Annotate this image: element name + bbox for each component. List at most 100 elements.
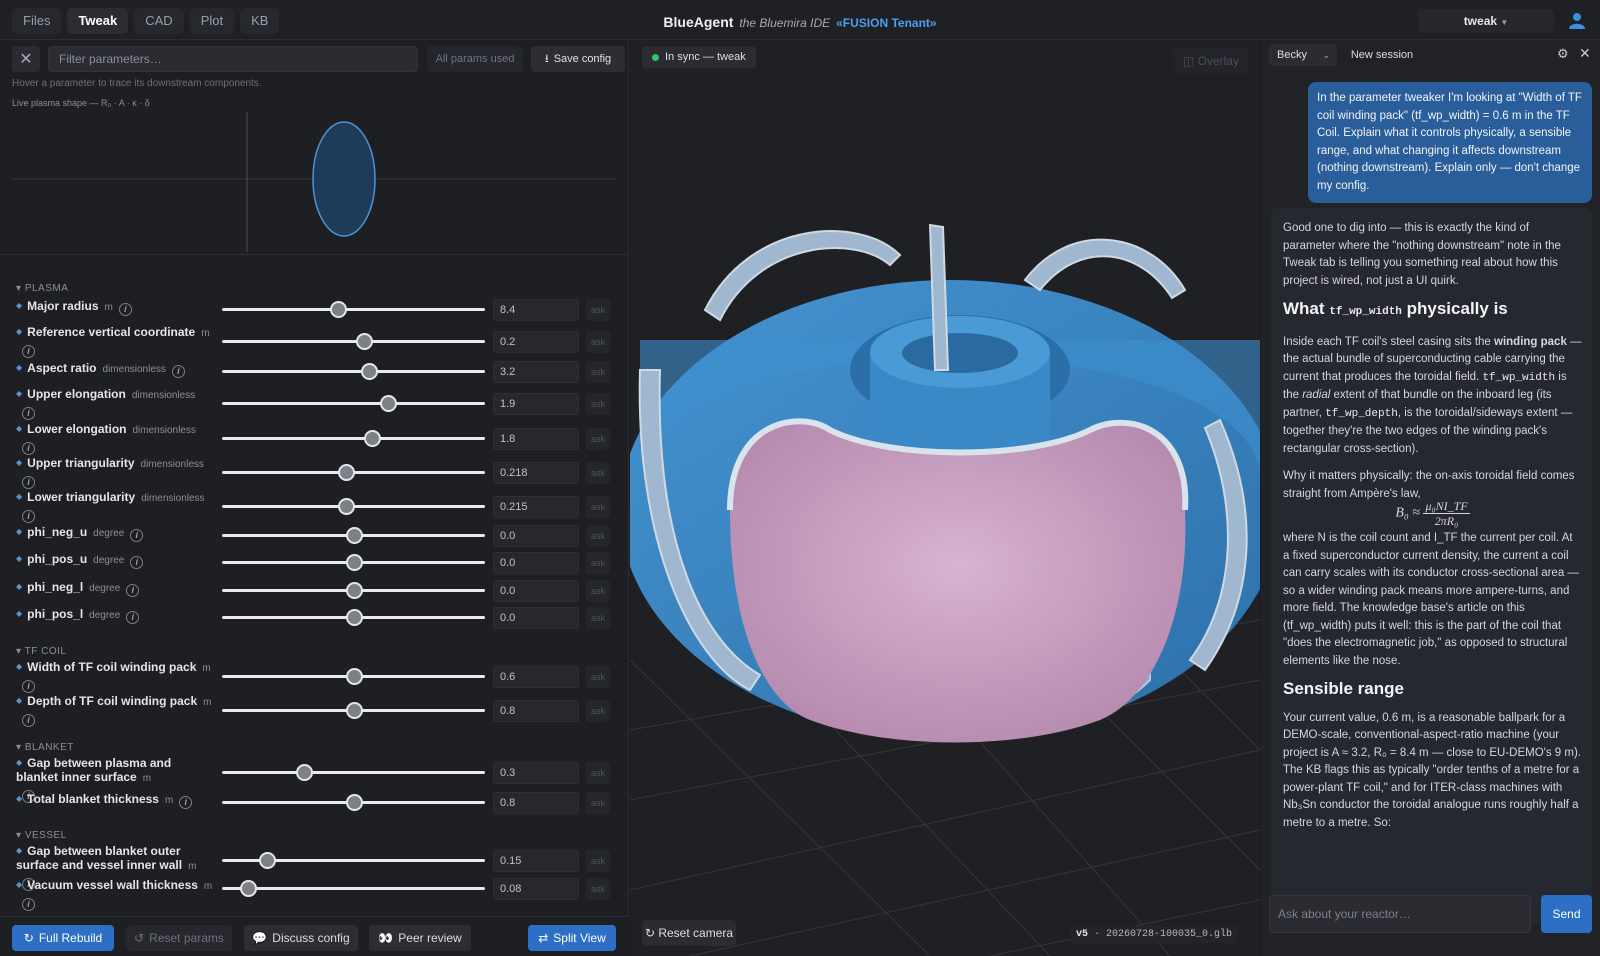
param-value-input[interactable]: 8.4 [493, 299, 579, 321]
slider-track[interactable] [222, 887, 485, 890]
reset-params-button[interactable]: ↺ Reset params [126, 925, 232, 951]
slider-track[interactable] [222, 340, 485, 343]
ask-button[interactable]: ask [586, 700, 610, 722]
param-value-input[interactable]: 1.8 [493, 428, 579, 450]
new-session-button[interactable]: New session [1345, 44, 1419, 66]
mode-dropdown[interactable]: tweak ▼ [1418, 9, 1554, 33]
slider-thumb[interactable] [361, 363, 379, 380]
info-icon[interactable]: i [22, 407, 35, 420]
info-icon[interactable]: i [126, 584, 140, 597]
overlay-toggle[interactable]: ◫ Overlay [1173, 48, 1249, 74]
param-slider[interactable] [222, 792, 485, 812]
tab-files[interactable]: Files [12, 8, 62, 34]
ask-button[interactable]: ask [586, 666, 610, 688]
gear-icon[interactable]: ⚙ [1557, 46, 1569, 62]
tab-tweak[interactable]: Tweak [67, 8, 129, 34]
chat-input[interactable] [1269, 895, 1531, 933]
slider-track[interactable] [222, 771, 485, 774]
slider-thumb[interactable] [258, 852, 276, 869]
slider-thumb[interactable] [356, 333, 374, 350]
info-icon[interactable]: i [22, 345, 35, 358]
persona-select[interactable]: Becky ⌄ [1269, 44, 1337, 66]
param-slider[interactable] [222, 361, 485, 381]
section-plasma[interactable]: ▾ PLASMA [16, 283, 68, 294]
slider-thumb[interactable] [379, 395, 397, 412]
param-value-input[interactable]: 0.215 [493, 496, 579, 518]
ask-button[interactable]: ask [586, 525, 610, 547]
tab-kb[interactable]: KB [240, 8, 280, 34]
info-icon[interactable]: i [130, 529, 144, 542]
full-rebuild-button[interactable]: ↻ Full Rebuild [12, 925, 114, 951]
ask-button[interactable]: ask [586, 580, 610, 602]
param-value-input[interactable]: 3.2 [493, 361, 579, 383]
param-slider[interactable] [222, 580, 485, 600]
info-icon[interactable]: i [22, 442, 35, 455]
info-icon[interactable]: i [171, 365, 185, 378]
info-icon[interactable]: i [118, 303, 132, 316]
slider-track[interactable] [222, 370, 485, 373]
slider-track[interactable] [222, 402, 485, 405]
reactor-3d-model[interactable] [630, 40, 1260, 956]
info-icon[interactable]: i [126, 611, 140, 624]
param-value-input[interactable]: 0.0 [493, 580, 579, 602]
param-slider[interactable] [222, 428, 485, 448]
param-slider[interactable] [222, 666, 485, 686]
param-value-input[interactable]: 1.9 [493, 393, 579, 415]
param-value-input[interactable]: 0.15 [493, 850, 579, 872]
param-value-input[interactable]: 0.3 [493, 762, 579, 784]
slider-thumb[interactable] [337, 498, 355, 515]
reset-camera-button[interactable]: ↻ Reset camera [642, 920, 736, 946]
close-icon[interactable]: ✕ [1579, 45, 1591, 62]
slider-track[interactable] [222, 308, 485, 311]
slider-thumb[interactable] [329, 301, 347, 318]
param-value-input[interactable]: 0.0 [493, 552, 579, 574]
param-slider[interactable] [222, 878, 485, 898]
info-icon[interactable]: i [130, 556, 144, 569]
param-value-input[interactable]: 0.2 [493, 331, 579, 353]
user-icon[interactable] [1568, 11, 1586, 29]
ask-button[interactable]: ask [586, 496, 610, 518]
slider-thumb[interactable] [345, 554, 363, 571]
tab-cad[interactable]: CAD [134, 8, 184, 34]
ask-button[interactable]: ask [586, 393, 610, 415]
param-slider[interactable] [222, 331, 485, 351]
param-slider[interactable] [222, 496, 485, 516]
discuss-config-button[interactable]: 💬 Discuss config [244, 925, 358, 951]
param-value-input[interactable]: 0.6 [493, 666, 579, 688]
param-value-input[interactable]: 0.0 [493, 607, 579, 629]
cad-viewport[interactable]: In sync — tweak ◫ Overlay ↻ Reset camera… [630, 40, 1260, 956]
ask-button[interactable]: ask [586, 792, 610, 814]
info-icon[interactable]: i [22, 510, 35, 523]
slider-thumb[interactable] [345, 702, 363, 719]
slider-thumb[interactable] [240, 880, 258, 897]
param-slider[interactable] [222, 299, 485, 319]
peer-review-button[interactable]: 👀 Peer review [369, 925, 471, 951]
info-icon[interactable]: i [22, 680, 35, 693]
info-icon[interactable]: i [179, 796, 193, 809]
slider-thumb[interactable] [345, 668, 363, 685]
send-button[interactable]: Send [1541, 895, 1592, 933]
param-slider[interactable] [222, 607, 485, 627]
ask-button[interactable]: ask [586, 607, 610, 629]
slider-thumb[interactable] [345, 794, 363, 811]
info-icon[interactable]: i [22, 898, 35, 911]
ask-button[interactable]: ask [586, 331, 610, 353]
slider-thumb[interactable] [345, 582, 363, 599]
param-slider[interactable] [222, 462, 485, 482]
param-slider[interactable] [222, 525, 485, 545]
info-icon[interactable]: i [22, 476, 35, 489]
ask-button[interactable]: ask [586, 361, 610, 383]
ask-button[interactable]: ask [586, 428, 610, 450]
section-blanket[interactable]: ▾ BLANKET [16, 742, 74, 753]
slider-thumb[interactable] [345, 527, 363, 544]
ask-button[interactable]: ask [586, 762, 610, 784]
param-value-input[interactable]: 0.8 [493, 700, 579, 722]
ask-button[interactable]: ask [586, 878, 610, 900]
slider-thumb[interactable] [337, 464, 355, 481]
param-value-input[interactable]: 0.08 [493, 878, 579, 900]
param-value-input[interactable]: 0.8 [493, 792, 579, 814]
param-slider[interactable] [222, 393, 485, 413]
section-tf-coil[interactable]: ▾ TF COIL [16, 646, 66, 657]
slider-thumb[interactable] [295, 764, 313, 781]
param-slider[interactable] [222, 552, 485, 572]
